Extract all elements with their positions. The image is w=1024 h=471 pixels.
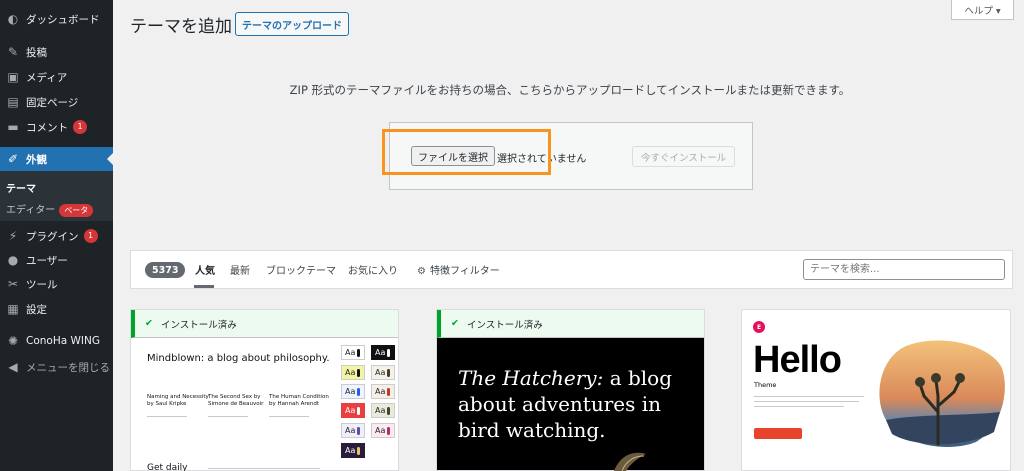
text-line [147,416,187,417]
dashboard-icon: ◐ [7,12,19,26]
style-swatch: Aa [341,443,365,458]
help-button[interactable]: ヘルプ ▾ [951,0,1014,20]
admin-sidebar: ◐ ダッシュボード ✎ 投稿 ▣ メディア ▤ 固定ページ ▬ コメント 1 ✐… [0,0,113,471]
text-line [269,416,309,417]
text-line [754,401,859,402]
sidebar-item-label: 外観 [26,153,47,166]
tab-favorites[interactable]: お気に入り [348,262,398,277]
desert-landscape-image [879,340,1005,447]
installed-label: インストール済み [466,319,543,331]
theme-count-badge: 5373 [145,262,186,278]
sidebar-item-users[interactable]: ● ユーザー [0,248,113,272]
sidebar-item-label: ユーザー [26,254,68,267]
style-swatch: Aa [371,403,395,418]
book-title: The Human Condition [269,394,329,400]
settings-icon: ▦ [7,302,19,316]
installed-banner: ✔ インストール済み [131,310,398,338]
text-line [208,468,320,469]
pin-icon: ✎ [7,45,19,59]
collapse-icon: ◀ [8,360,18,374]
file-status-text: 選択されていません [497,154,587,165]
elementor-logo-icon: E [753,321,765,333]
tool-icon: ✂ [7,277,19,291]
conoha-icon: ✺ [7,334,19,348]
gear-icon: ⚙ [417,266,426,277]
sidebar-item-label: ConoHa WING [26,335,100,347]
sidebar-item-dashboard[interactable]: ◐ ダッシュボード [0,7,113,31]
submenu-themes[interactable]: テーマ [6,180,36,195]
style-swatch: Aa [371,365,395,380]
style-swatch: Aa [341,345,365,360]
feature-filter-button[interactable]: ⚙ 特徴フィルター [417,262,500,277]
style-swatch: Aa [371,384,395,399]
theme-preview-headline: The Hatchery: a blog about adventures in… [458,365,688,443]
text-line [754,396,864,397]
install-now-button[interactable]: 今すぐインストール [632,146,736,167]
headline-italic: The Hatchery: [458,366,604,390]
style-swatch: Aa [341,384,365,399]
style-swatch: Aa [341,423,365,438]
book-title: The Second Sex by [208,394,261,400]
style-swatch: Aa [341,365,365,380]
bird-wing-illustration [614,452,646,471]
sidebar-item-conoha[interactable]: ✺ ConoHa WING [0,329,113,353]
theme-preview-headline: Mindblown: a blog about philosophy. [147,353,330,364]
collapse-menu-button[interactable]: ◀ メニューを閉じる [0,355,113,379]
sidebar-item-settings[interactable]: ▦ 設定 [0,297,113,321]
installed-banner: ✔ インストール済み [437,310,704,338]
book-title: Naming and Necessity [147,394,209,400]
sidebar-item-label: メニューを閉じる [26,361,110,374]
sidebar-item-label: ダッシュボード [26,13,100,26]
theme-preview-footer: Get daily [147,463,188,471]
theme-search-input[interactable] [803,259,1005,280]
sidebar-item-label: プラグイン [26,230,79,243]
tab-latest[interactable]: 最新 [230,262,250,277]
style-swatch: Aa [371,423,395,438]
sidebar-item-label: コメント [26,121,68,134]
upload-description: ZIP 形式のテーマファイルをお持ちの場合、こちらからアップロードしてインストー… [289,83,851,97]
checkmark-icon: ✔ [451,318,459,329]
tab-block-themes[interactable]: ブロックテーマ [266,262,336,277]
comment-count-badge: 1 [73,120,87,134]
active-tab-indicator [194,285,214,288]
submenu-editor[interactable]: エディター ベータ [6,201,94,217]
sidebar-item-tools[interactable]: ✂ ツール [0,272,113,296]
book-author: by Saul Kripke [147,401,187,407]
submenu-editor-label: エディター [6,205,56,216]
style-swatch: Aa [371,345,395,360]
theme-preview-button [754,428,802,439]
beta-badge: ベータ [59,204,94,217]
choose-file-button[interactable]: ファイルを選択 [411,146,495,166]
text-line [754,406,844,407]
theme-preview-subtitle: Theme [754,381,777,389]
sidebar-item-label: ツール [26,278,58,291]
theme-preview-title: Hello [753,339,842,381]
plugin-count-badge: 1 [83,229,98,243]
upload-theme-button[interactable]: テーマのアップロード [235,12,349,36]
style-swatch: Aa [341,403,365,418]
book-author: by Hannah Arendt [269,401,319,407]
checkmark-icon: ✔ [145,318,153,329]
text-line [208,416,248,417]
tab-popular[interactable]: 人気 [195,262,215,277]
comment-icon: ▬ [7,120,19,134]
feature-filter-label: 特徴フィルター [429,266,500,277]
installed-label: インストール済み [160,319,237,331]
appearance-submenu: テーマ エディター ベータ [0,171,113,221]
user-icon: ● [7,253,19,267]
plugin-icon: ⚡ [8,229,18,243]
sidebar-item-label: 投稿 [26,46,47,59]
sidebar-item-appearance[interactable]: ✐ 外観 [0,147,113,171]
sidebar-item-plugins[interactable]: ⚡ プラグイン 1 [0,224,113,248]
sidebar-item-label: 設定 [26,303,47,316]
page-title: テーマを追加 [130,17,232,37]
sidebar-item-comments[interactable]: ▬ コメント 1 [0,115,113,139]
appearance-icon: ✐ [7,152,19,166]
book-author: Simone de Beauvoir [208,401,264,407]
sidebar-item-posts[interactable]: ✎ 投稿 [0,40,113,64]
